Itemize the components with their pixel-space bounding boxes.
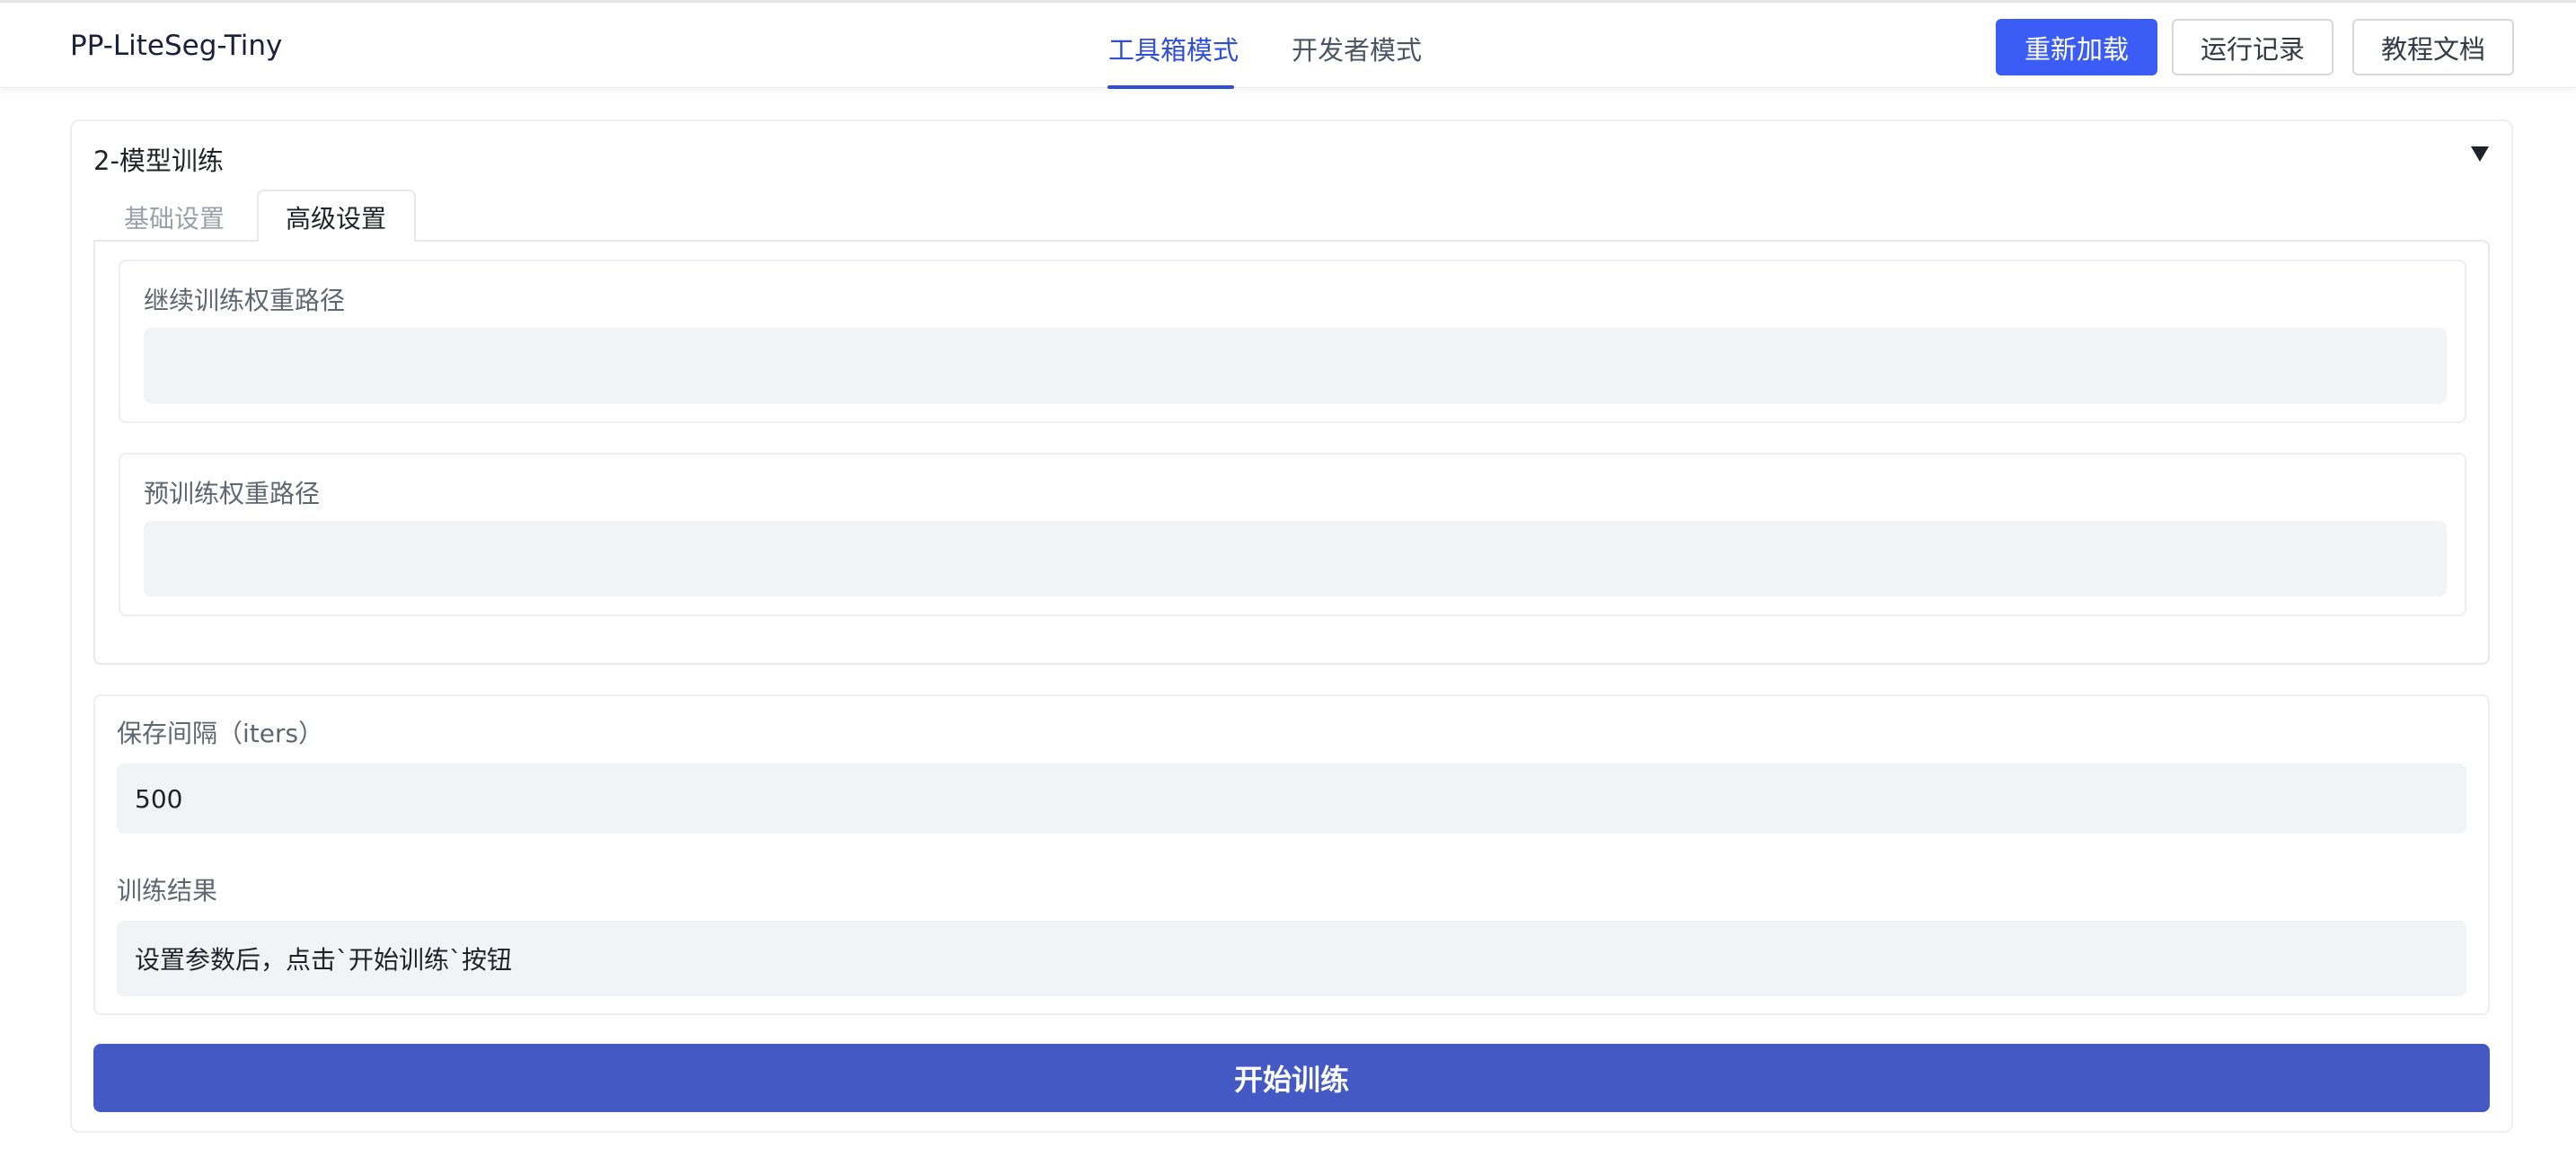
- tab-toolbox-mode[interactable]: 工具箱模式: [1108, 30, 1239, 67]
- panel-title: 2-模型训练: [93, 146, 224, 176]
- resume-weights-card: 继续训练权重路径: [119, 260, 2466, 423]
- resume-weights-input[interactable]: [144, 328, 2447, 403]
- docs-button[interactable]: 教程文档: [2352, 19, 2514, 75]
- save-interval-label: 保存间隔（iters）: [117, 719, 324, 748]
- triangle-down-icon[interactable]: [2468, 142, 2492, 165]
- tab-developer-mode[interactable]: 开发者模式: [1292, 30, 1422, 67]
- pretrained-weights-card: 预训练权重路径: [119, 453, 2466, 616]
- save-interval-input[interactable]: 500: [117, 764, 2466, 834]
- train-result-label: 训练结果: [117, 876, 218, 905]
- reload-button[interactable]: 重新加载: [1996, 19, 2157, 75]
- pretrained-weights-input[interactable]: [144, 521, 2447, 596]
- tab-basic-settings[interactable]: 基础设置: [124, 199, 225, 235]
- resume-weights-label: 继续训练权重路径: [144, 286, 346, 315]
- active-tab-indicator: [1107, 85, 1234, 89]
- start-training-button[interactable]: 开始训练: [93, 1044, 2490, 1112]
- training-output-group: 保存间隔（iters） 500 训练结果 设置参数后，点击`开始训练`按钮: [93, 694, 2490, 1015]
- tab-advanced-settings-label[interactable]: 高级设置: [286, 199, 386, 235]
- train-result-output: 设置参数后，点击`开始训练`按钮: [117, 921, 2466, 996]
- app-title: PP-LiteSeg-Tiny: [70, 30, 283, 62]
- advanced-settings-content: 继续训练权重路径 预训练权重路径: [93, 240, 2490, 665]
- run-log-button[interactable]: 运行记录: [2172, 19, 2333, 75]
- pretrained-weights-label: 预训练权重路径: [144, 479, 321, 508]
- top-bar: PP-LiteSeg-Tiny 工具箱模式 开发者模式 重新加载 运行记录 教程…: [0, 0, 2576, 89]
